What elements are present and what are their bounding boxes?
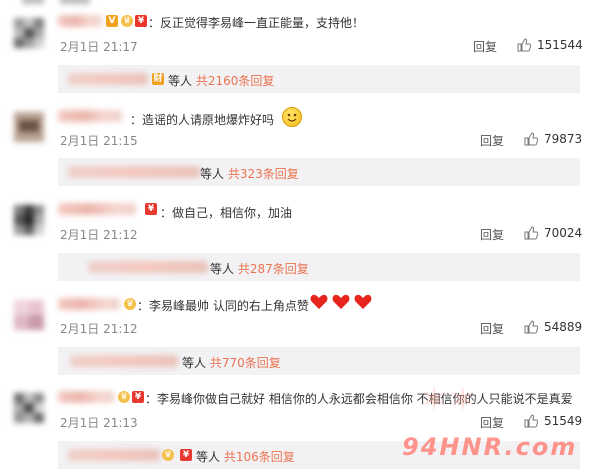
thumb-up-icon[interactable] [524,132,538,146]
reply-count-link[interactable]: 共323条回复 [228,167,299,181]
avatar[interactable] [14,300,44,330]
avatar[interactable] [14,18,44,48]
heart-emoji-icon [310,294,328,309]
avatar[interactable] [14,393,44,423]
comment-text: ：李易峰你做自己就好 相信你的人永远都会相信你 不相信你的人只能说不是真爱 [145,392,573,406]
cutoff-previous-content [0,0,592,6]
reply-button[interactable]: 回复 [480,132,504,149]
comment-time: 2月1日 21:17 [60,40,138,54]
comment-time: 2月1日 21:13 [60,416,138,430]
reply-count-link[interactable]: 共287条回复 [238,262,309,276]
reply-prefix: 等人 [200,167,225,181]
comment-time: 2月1日 21:12 [60,322,138,336]
replier-names [68,166,200,178]
like-count: 79873 [544,132,583,146]
crown-badge-icon: ♛ [121,15,133,27]
like-count: 151544 [537,38,583,52]
reply-prefix: 等人 [168,74,193,88]
reply-count-link[interactable]: 共770条回复 [210,356,281,370]
comment-text: ：造谣的人请原地爆炸好吗 [130,113,275,127]
reply-count-link[interactable]: 共2160条回复 [196,74,275,88]
thumb-up-icon[interactable] [524,320,538,334]
heart-emoji-icon [332,294,350,309]
comment-time: 2月1日 21:12 [60,228,138,242]
like-count: 70024 [544,226,583,240]
replier-names [88,261,208,273]
reply-prefix: 等人 [196,450,221,464]
like-count: 54889 [544,320,583,334]
username[interactable] [58,110,122,122]
reply-button[interactable]: 回复 [480,320,504,337]
thumb-up-icon[interactable] [524,226,538,240]
reply-button[interactable]: 回复 [480,226,504,243]
reply-summary-text: 等人 共323条回复 [200,165,299,182]
comment-text: ：做自己，相信你，加油 [160,206,293,220]
reply-summary[interactable]: 等人 共287条回复 [58,253,580,281]
red-packet-icon: ¥ [132,391,144,403]
vip-badge-icon: V [106,15,118,27]
crown-badge-icon: ♛ [124,298,136,310]
avatar[interactable] [14,112,44,142]
comment-text: ：李易峰最帅 认同的右上角点赞 [137,299,309,313]
crown-badge-icon: ♛ [118,391,130,403]
replier-names [68,73,148,85]
replier-names [68,449,160,461]
watermark-logo: ✶✶ [420,380,477,420]
reply-prefix: 等人 [210,262,235,276]
red-packet-icon: ¥ [135,15,147,27]
reply-button[interactable]: 回复 [480,414,504,431]
heart-emoji-icon [354,294,372,309]
like-count: 51549 [544,414,583,428]
smile-emoji-icon [282,107,302,127]
reply-summary[interactable]: 财 等人 共2160条回复 [58,65,580,93]
comment-time: 2月1日 21:15 [60,134,138,148]
thumb-up-icon[interactable] [517,38,531,52]
replier-names [70,355,178,367]
username[interactable] [58,391,114,403]
reply-summary[interactable]: 等人 共770条回复 [58,347,580,375]
red-packet-icon: ¥ [180,449,192,461]
reply-summary[interactable]: 等人 共323条回复 [58,158,580,186]
wealth-badge-icon: 财 [152,73,164,85]
username[interactable] [58,203,136,215]
comment-text: ：反正觉得李易峰一直正能量，支持他！ [148,16,365,30]
red-packet-icon: ¥ [145,203,157,215]
reply-button[interactable]: 回复 [473,38,497,55]
reply-summary-text: 等人 共770条回复 [182,354,281,371]
crown-badge-icon: ♛ [162,449,174,461]
username[interactable] [58,15,102,27]
reply-summary-text: 等人 共106条回复 [196,448,295,465]
thumb-up-icon[interactable] [524,414,538,428]
reply-summary-text: 等人 共287条回复 [210,260,309,277]
watermark-text: 94HNR.com [402,433,578,461]
reply-count-link[interactable]: 共106条回复 [224,450,295,464]
reply-summary-text: 等人 共2160条回复 [168,72,274,89]
username[interactable] [58,298,120,310]
avatar[interactable] [14,205,44,235]
reply-prefix: 等人 [182,356,207,370]
